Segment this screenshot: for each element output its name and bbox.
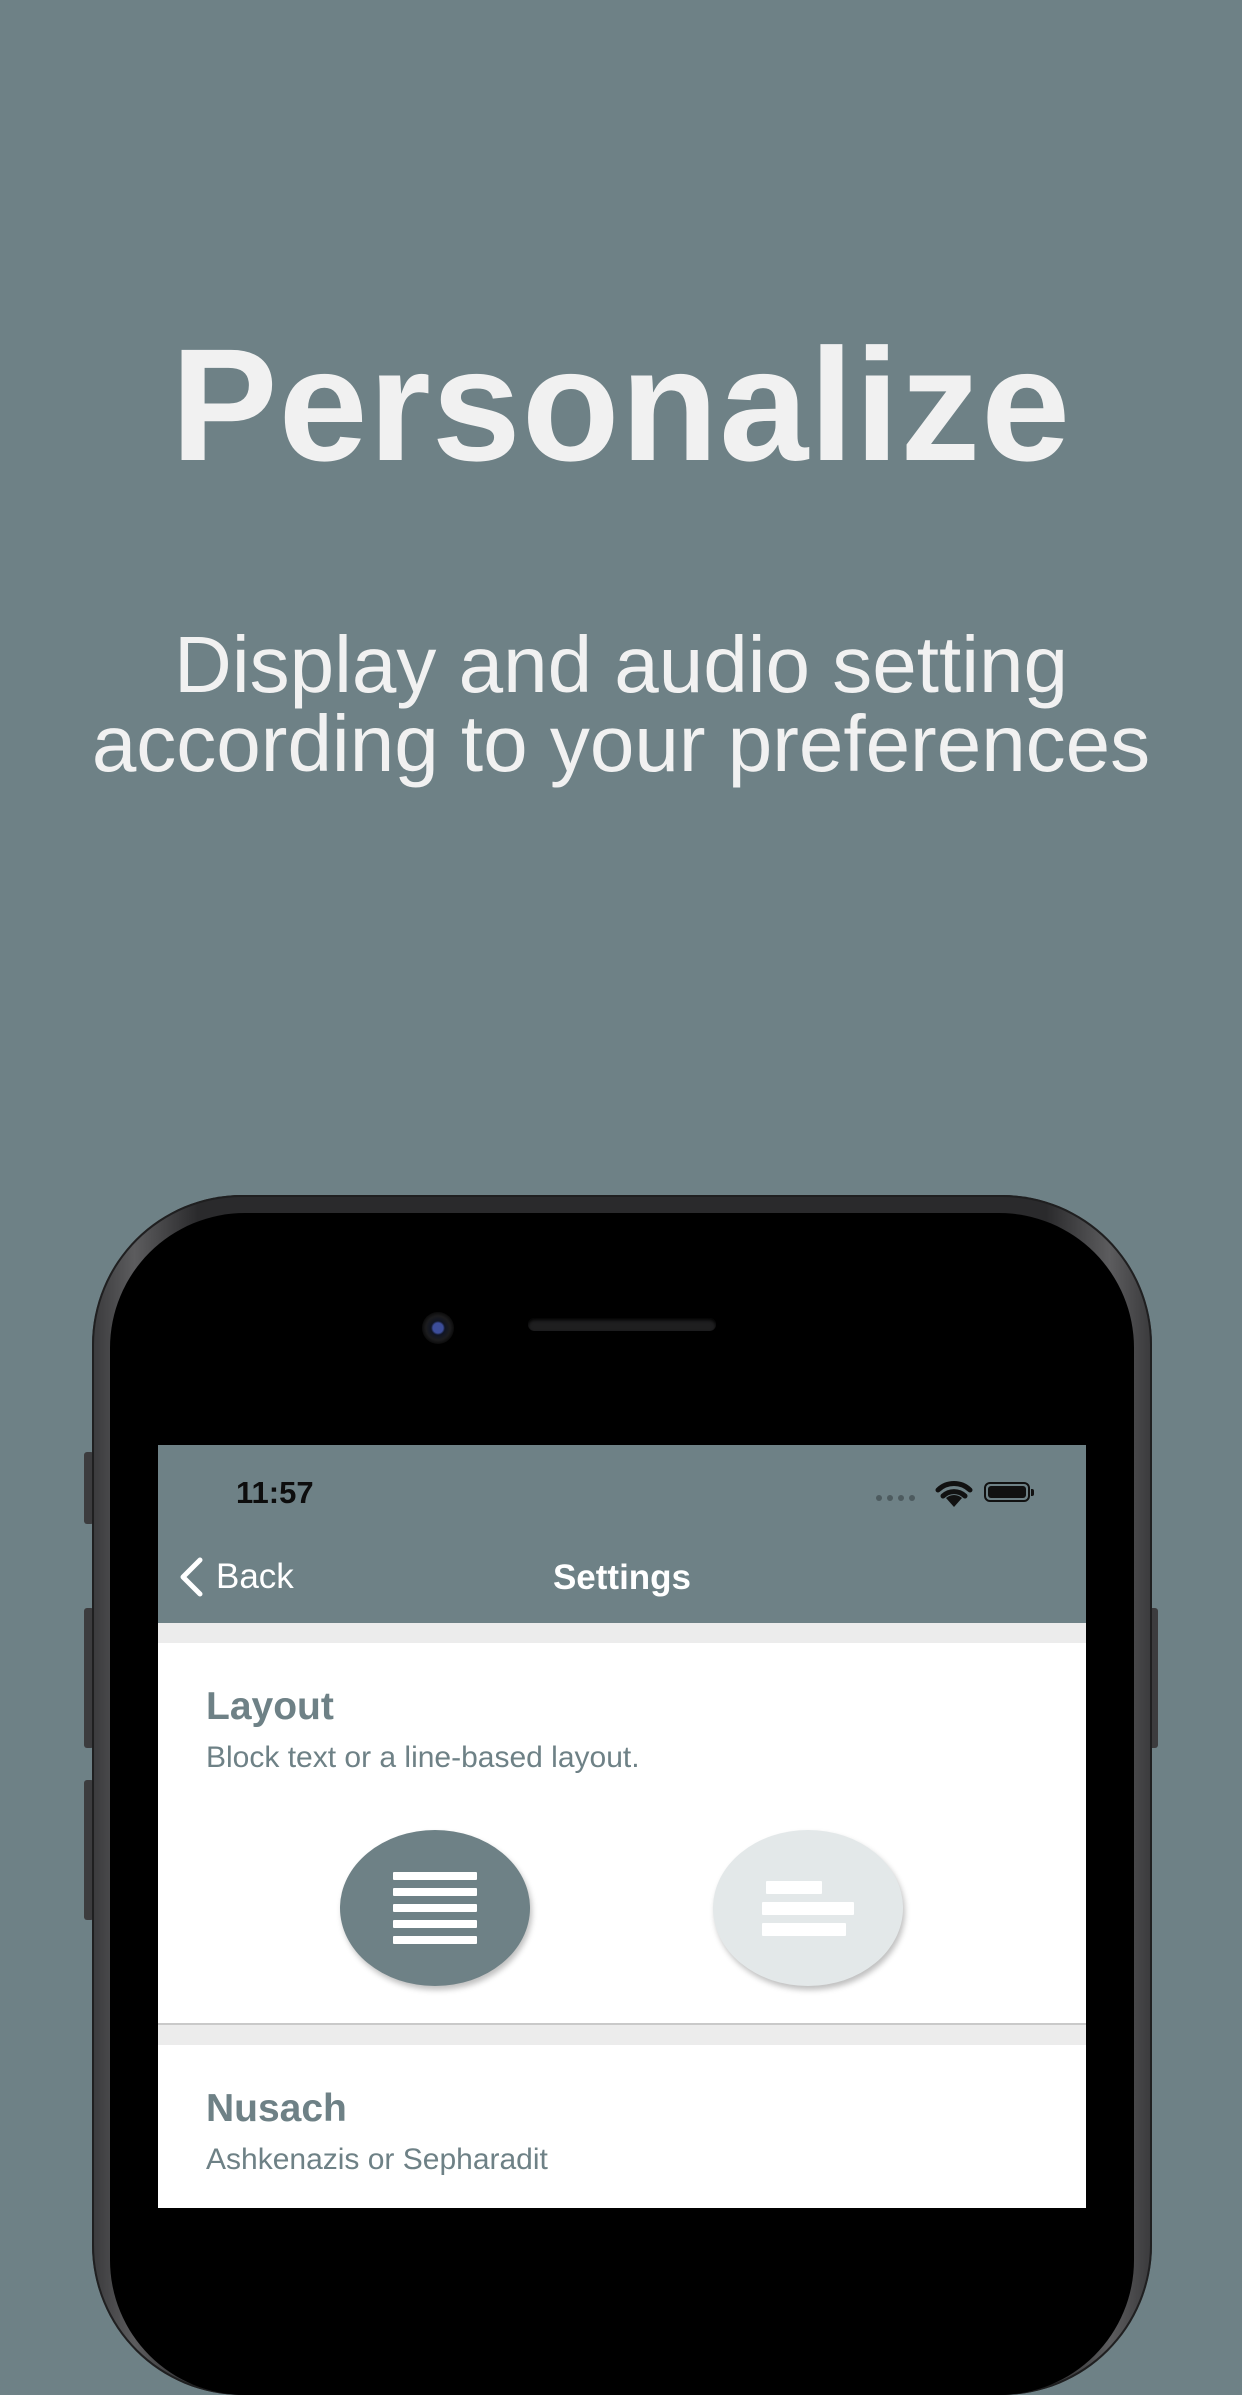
page-title: Settings [552, 1558, 692, 1597]
nusach-setting-description: Ashkenazis or Sepharadit [206, 2143, 548, 2176]
wifi-icon [935, 1481, 973, 1507]
promo-subline-line-2: according to your preferences [91, 699, 1151, 788]
battery-icon [984, 1482, 1034, 1502]
line-layout-option[interactable] [713, 1830, 903, 1986]
layout-setting-title: Layout [206, 1685, 334, 1728]
layout-setting-card: Layout Block text or a line-based layout… [158, 1643, 1086, 2025]
nusach-setting-title: Nusach [206, 2087, 347, 2130]
app-header: 11:57 Back Settings [158, 1445, 1086, 1623]
promo-subline-line-1: Display and audio setting [174, 620, 1068, 709]
block-layout-option[interactable] [340, 1830, 530, 1986]
status-time: 11:57 [236, 1475, 314, 1510]
phone-screen: 11:57 Back Settings Layout Block text or… [158, 1445, 1086, 2208]
phone-speaker [528, 1318, 716, 1331]
nusach-setting-card: Nusach Ashkenazis or Sepharadit [158, 2045, 1086, 2208]
phone-camera [422, 1312, 454, 1344]
promo-subline: Display and audio setting according to y… [40, 620, 1202, 788]
layout-setting-description: Block text or a line-based layout. [206, 1741, 640, 1774]
cellular-signal-icon [876, 1495, 915, 1501]
promo-headline: Personalize [170, 315, 1072, 494]
